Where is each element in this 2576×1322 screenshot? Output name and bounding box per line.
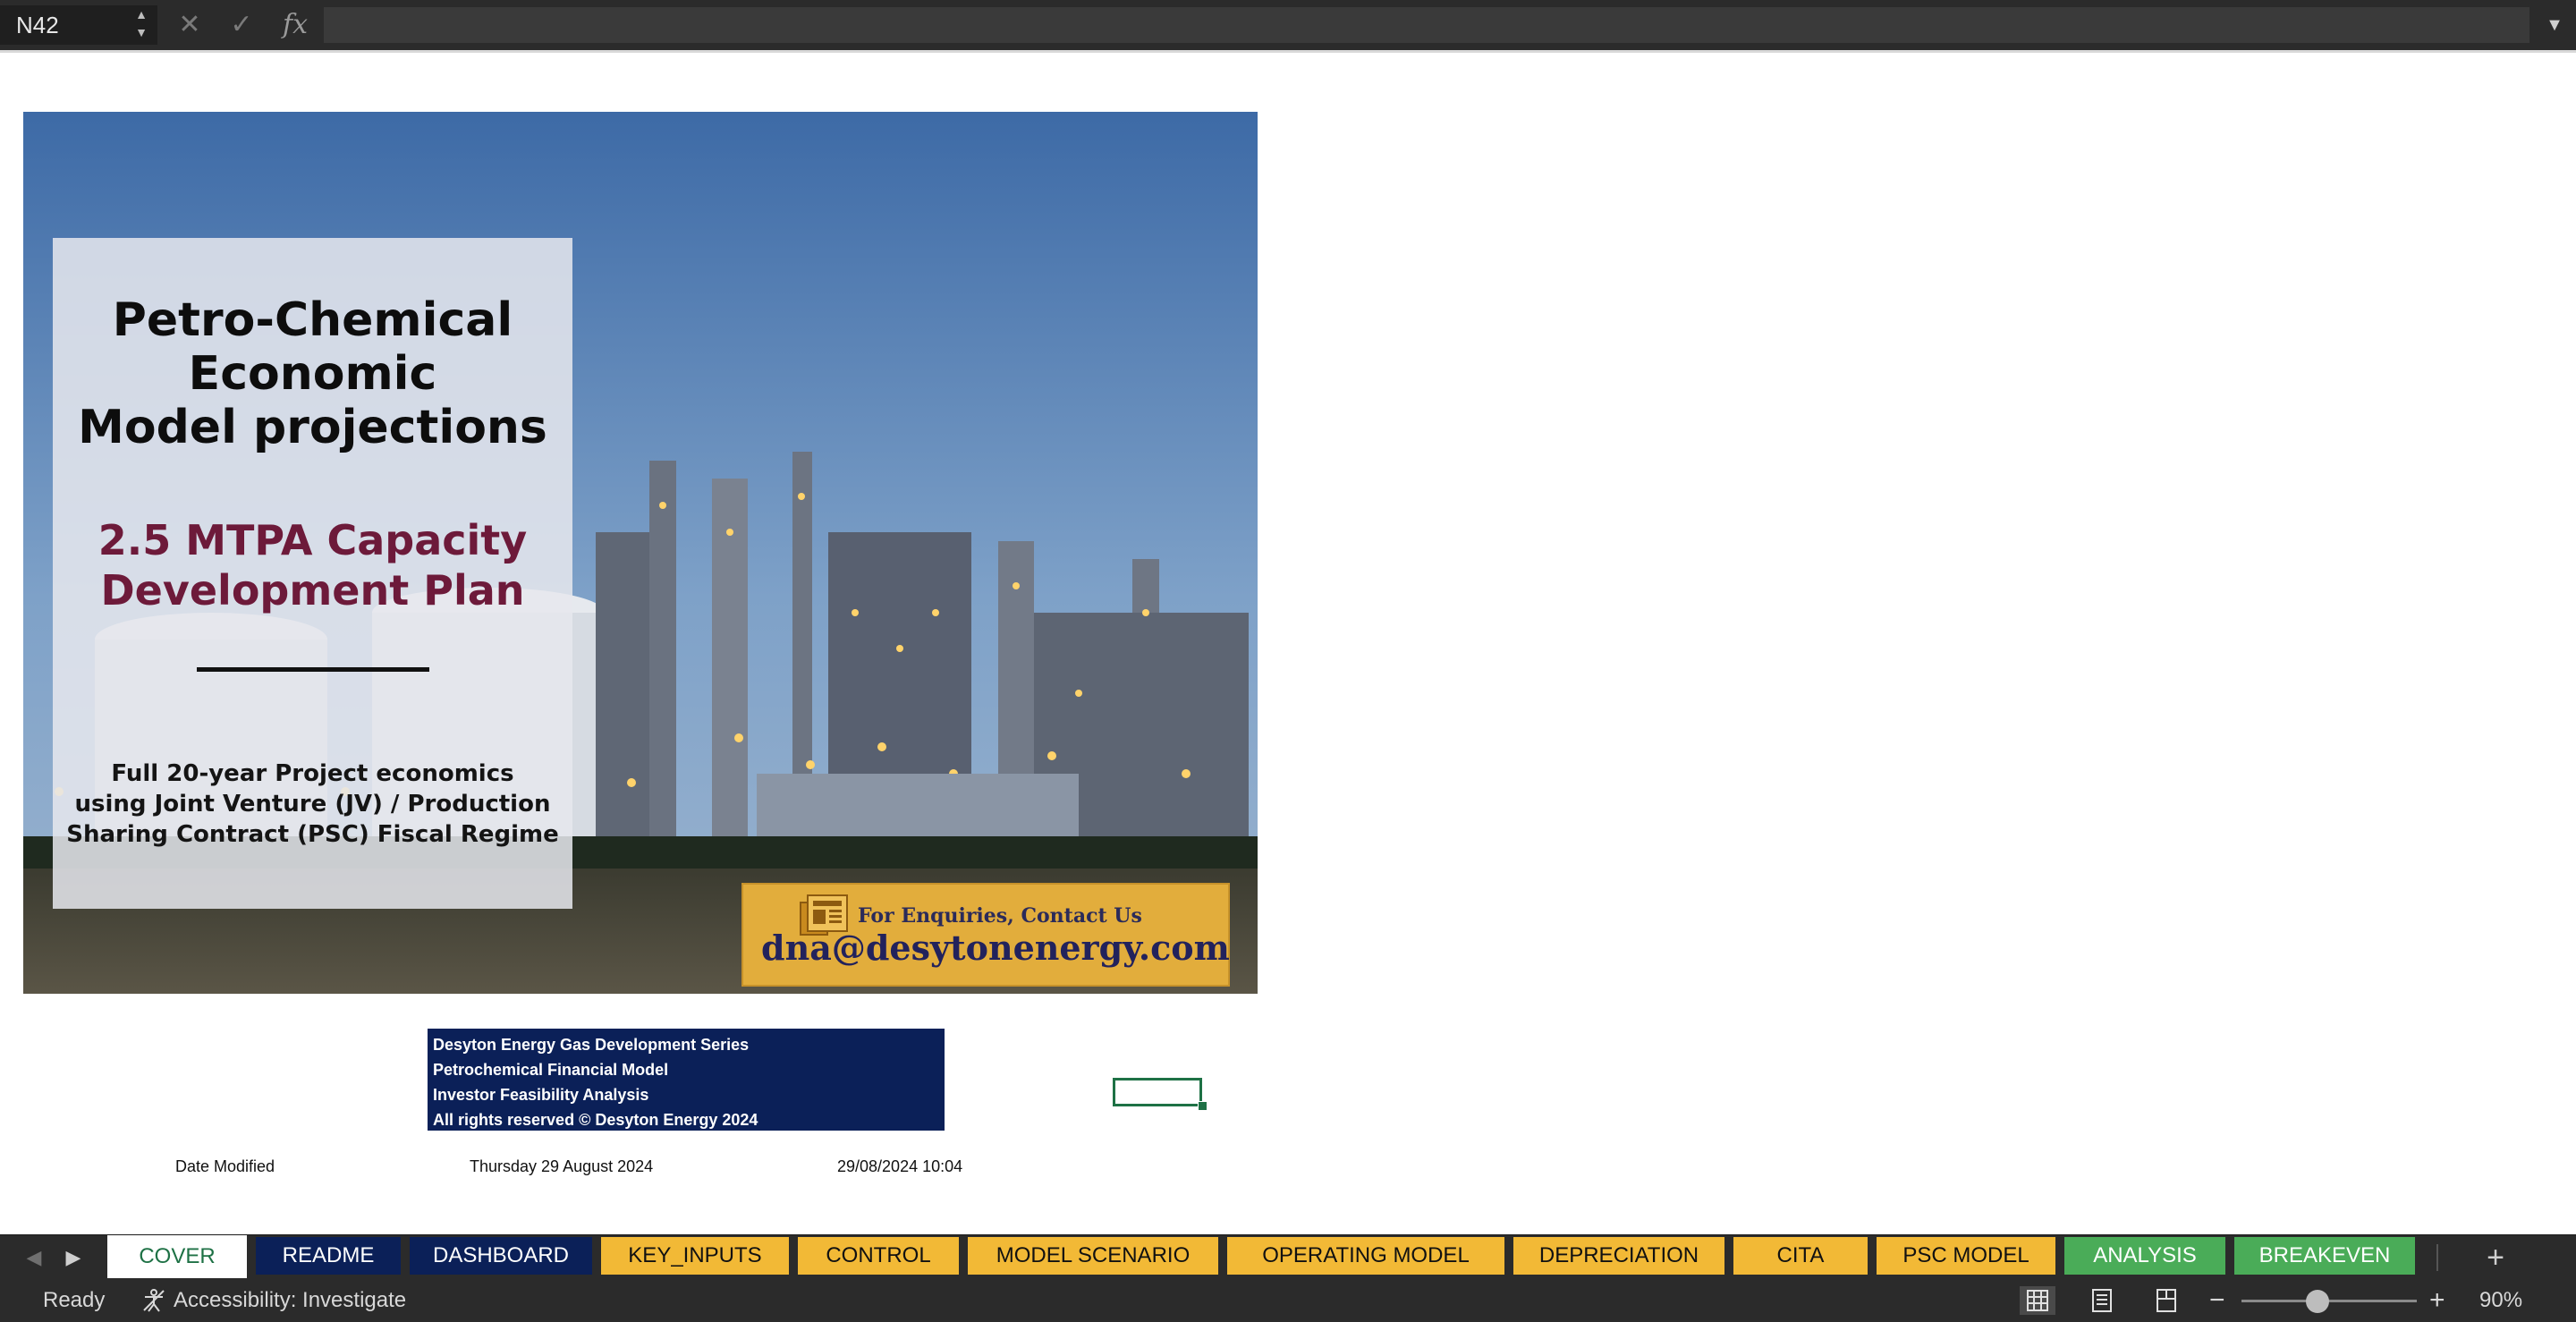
- tab-cita[interactable]: CITA: [1733, 1237, 1868, 1275]
- date-modified-label[interactable]: Date Modified: [175, 1157, 275, 1176]
- tab-dashboard[interactable]: DASHBOARD: [410, 1237, 592, 1275]
- grid-top-border: [0, 50, 2576, 53]
- tab-breakeven[interactable]: BREAKEVEN: [2234, 1237, 2415, 1275]
- fill-handle[interactable]: [1198, 1101, 1208, 1111]
- tab-readme[interactable]: README: [256, 1237, 401, 1275]
- enter-icon[interactable]: ✓: [224, 7, 259, 43]
- series-line: Investor Feasibility Analysis: [433, 1086, 649, 1104]
- zoom-in-icon[interactable]: +: [2429, 1279, 2445, 1322]
- page-break-icon[interactable]: [2148, 1286, 2184, 1315]
- zoom-out-icon[interactable]: −: [2209, 1279, 2225, 1322]
- prev-sheet-icon[interactable]: ◀: [16, 1235, 52, 1280]
- series-info-box[interactable]: Desyton Energy Gas Development Series Pe…: [428, 1029, 945, 1131]
- series-line: Desyton Energy Gas Development Series: [433, 1036, 750, 1054]
- zoom-level[interactable]: 90%: [2479, 1279, 2522, 1322]
- status-ready: Ready: [43, 1288, 106, 1312]
- tab-separator: [2436, 1244, 2438, 1271]
- tab-depreciation[interactable]: DEPRECIATION: [1513, 1237, 1724, 1275]
- contact-banner[interactable]: For Enquiries, Contact Us dna@desytonene…: [741, 883, 1230, 987]
- normal-view-icon[interactable]: [2020, 1286, 2055, 1315]
- tab-cover[interactable]: COVER: [107, 1235, 247, 1278]
- title-divider: [197, 667, 429, 672]
- contact-email: dna@desytonenergy.com: [761, 928, 1230, 968]
- cover-title: Petro-Chemical Economic Model projection…: [78, 293, 547, 454]
- status-bar: Ready Accessibility: Investigate − + 90%: [0, 1279, 2576, 1322]
- sheet-tabs: COVER README DASHBOARD KEY_INPUTS CONTRO…: [107, 1235, 2424, 1280]
- page-layout-icon[interactable]: [2084, 1286, 2120, 1315]
- accessibility-button[interactable]: Accessibility: Investigate: [141, 1279, 406, 1322]
- date-time-cell[interactable]: 29/08/2024 10:04: [837, 1157, 962, 1176]
- tab-analysis[interactable]: ANALYSIS: [2064, 1237, 2225, 1275]
- accessibility-label: Accessibility: Investigate: [174, 1288, 407, 1312]
- contact-caption: For Enquiries, Contact Us: [858, 904, 1142, 928]
- name-box-stepper-icon[interactable]: ▲ ▼: [132, 5, 150, 45]
- series-line: Petrochemical Financial Model: [433, 1061, 669, 1079]
- add-sheet-icon[interactable]: +: [2469, 1235, 2522, 1280]
- cancel-icon[interactable]: ✕: [172, 7, 208, 43]
- tab-key-inputs[interactable]: KEY_INPUTS: [601, 1237, 789, 1275]
- tab-operating-model[interactable]: OPERATING MODEL: [1227, 1237, 1504, 1275]
- formula-expand-icon[interactable]: ▼: [2538, 7, 2571, 43]
- cover-subtitle: 2.5 MTPA Capacity Development Plan: [97, 516, 528, 614]
- formula-bar: N42 ▲ ▼ ✕ ✓ fx ▼: [0, 0, 2576, 51]
- series-line: All rights reserved © Desyton Energy 202…: [433, 1111, 758, 1129]
- zoom-slider-thumb[interactable]: [2306, 1290, 2329, 1313]
- sheet-tab-bar: ◀ ▶ COVER README DASHBOARD KEY_INPUTS CO…: [0, 1234, 2576, 1280]
- tab-control[interactable]: CONTROL: [798, 1237, 959, 1275]
- date-long-cell[interactable]: Thursday 29 August 2024: [470, 1157, 653, 1176]
- cover-picture[interactable]: Petro-Chemical Economic Model projection…: [23, 112, 1258, 994]
- title-panel: Petro-Chemical Economic Model projection…: [53, 238, 572, 909]
- formula-input[interactable]: [324, 7, 2529, 43]
- selected-cell[interactable]: [1113, 1078, 1202, 1106]
- zoom-slider[interactable]: [2241, 1300, 2417, 1302]
- tab-model-scenario[interactable]: MODEL SCENARIO: [968, 1237, 1218, 1275]
- cover-description: Full 20-year Project economics using Joi…: [66, 760, 559, 848]
- insert-function-icon[interactable]: fx: [277, 7, 313, 43]
- next-sheet-icon[interactable]: ▶: [55, 1235, 91, 1280]
- tab-psc-model[interactable]: PSC MODEL: [1877, 1237, 2055, 1275]
- accessibility-icon: [143, 1289, 165, 1312]
